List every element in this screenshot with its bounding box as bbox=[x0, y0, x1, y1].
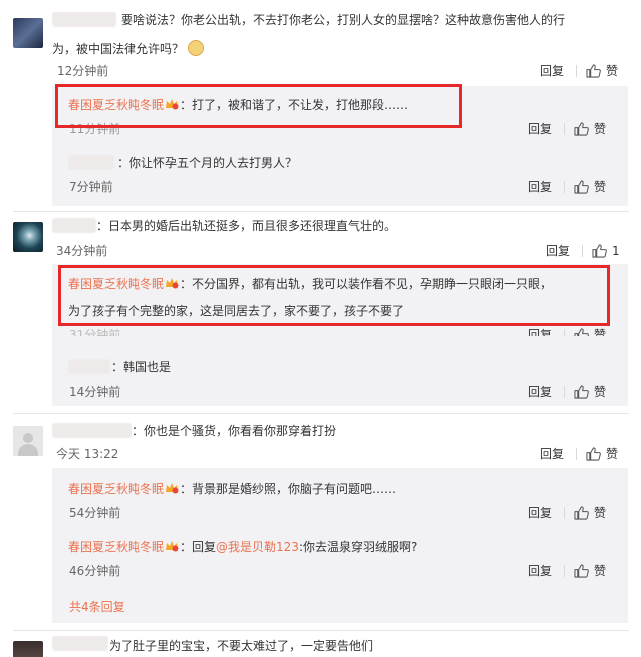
reply-button[interactable]: 回复 bbox=[528, 122, 552, 136]
reply-prefix: ：回复 bbox=[180, 540, 217, 554]
like-button[interactable]: 赞 bbox=[594, 564, 606, 578]
reply-button[interactable]: 回复 bbox=[528, 385, 552, 399]
redacted-username bbox=[52, 12, 116, 27]
thumbs-up-icon[interactable] bbox=[586, 447, 601, 461]
like-button[interactable]: 赞 bbox=[594, 385, 606, 399]
comment-text: 要啥说法？你老公出轨，不去打你老公，打别人女的显摆啥？这种故意伤害他人的行 bbox=[121, 13, 566, 27]
reply-button[interactable]: 回复 bbox=[528, 564, 552, 578]
reply-button[interactable]: 回复 bbox=[546, 244, 570, 258]
comment-text: ：日本男的婚后出轨还挺多，而且很多还很理直气壮的。 bbox=[96, 219, 397, 233]
comment-text: ：你也是个骚货，你看看你那穿着打扮 bbox=[132, 424, 337, 438]
thumbs-up-icon[interactable] bbox=[574, 506, 589, 520]
highlight-box bbox=[55, 84, 462, 128]
reply-username[interactable]: 春困夏乏秋盹冬眠 bbox=[68, 482, 164, 496]
thumbs-up-icon[interactable] bbox=[574, 328, 589, 336]
comment-time: 今天 13:22 bbox=[56, 447, 119, 461]
highlight-box bbox=[58, 265, 610, 326]
view-all-replies-link[interactable]: 共4条回复 bbox=[69, 600, 125, 614]
thumbs-up-icon[interactable] bbox=[574, 385, 589, 399]
comment-text-continued: 为，被中国法律允许吗？ bbox=[52, 42, 185, 56]
thumbs-up-icon[interactable] bbox=[592, 244, 607, 258]
redacted-username bbox=[52, 218, 96, 233]
thumbs-up-icon[interactable] bbox=[574, 122, 589, 136]
comment-time: 34分钟前 bbox=[56, 244, 108, 258]
reply-time: 31分钟前 bbox=[69, 328, 121, 336]
doge-emoji-icon bbox=[187, 40, 204, 56]
reply-text: ：背景那是婚纱照，你脑子有问题吧…… bbox=[180, 482, 397, 496]
reply-text: :你去温泉穿羽绒服啊? bbox=[298, 540, 418, 554]
redacted-username bbox=[68, 359, 110, 374]
redacted-username bbox=[52, 423, 132, 438]
crown-badge-icon bbox=[165, 482, 179, 494]
crown-badge-icon bbox=[165, 540, 179, 552]
avatar[interactable] bbox=[13, 222, 43, 252]
thumbs-up-icon[interactable] bbox=[586, 64, 601, 78]
reply-button[interactable]: 回复 bbox=[540, 64, 564, 78]
like-button[interactable]: 赞 bbox=[594, 506, 606, 520]
reply-button[interactable]: 回复 bbox=[528, 506, 552, 520]
redacted-username bbox=[52, 636, 108, 651]
like-button[interactable]: 赞 bbox=[594, 180, 606, 194]
divider bbox=[13, 413, 629, 414]
thumbs-up-icon[interactable] bbox=[574, 564, 589, 578]
reply-username[interactable]: 春困夏乏秋盹冬眠 bbox=[68, 540, 164, 554]
reply-text: ：韩国也是 bbox=[111, 360, 172, 374]
comment-time: 12分钟前 bbox=[57, 64, 109, 78]
reply-text: ：你让怀孕五个月的人去打男人？ bbox=[117, 156, 298, 170]
comment-text: 为了肚子里的宝宝，不要太难过了，一定要告他们 bbox=[109, 639, 374, 653]
reply-button[interactable]: 回复 bbox=[528, 180, 552, 194]
avatar[interactable] bbox=[13, 18, 43, 48]
mention-link[interactable]: @我是贝勒123 bbox=[216, 540, 299, 554]
redacted-username bbox=[68, 155, 114, 170]
like-button[interactable]: 赞 bbox=[606, 64, 618, 78]
reply-time: 46分钟前 bbox=[69, 564, 121, 578]
like-count[interactable]: 1 bbox=[612, 244, 620, 258]
reply-button[interactable]: 回复 bbox=[528, 328, 552, 336]
reply-time: 7分钟前 bbox=[69, 180, 113, 194]
divider bbox=[13, 630, 629, 631]
default-avatar-icon[interactable] bbox=[13, 426, 43, 456]
reply-button[interactable]: 回复 bbox=[540, 447, 564, 461]
like-button[interactable]: 赞 bbox=[594, 328, 606, 336]
divider bbox=[13, 211, 629, 212]
like-button[interactable]: 赞 bbox=[606, 447, 618, 461]
avatar[interactable] bbox=[13, 641, 43, 657]
reply-time: 54分钟前 bbox=[69, 506, 121, 520]
reply-time: 14分钟前 bbox=[69, 385, 121, 399]
like-button[interactable]: 赞 bbox=[594, 122, 606, 136]
thumbs-up-icon[interactable] bbox=[574, 180, 589, 194]
